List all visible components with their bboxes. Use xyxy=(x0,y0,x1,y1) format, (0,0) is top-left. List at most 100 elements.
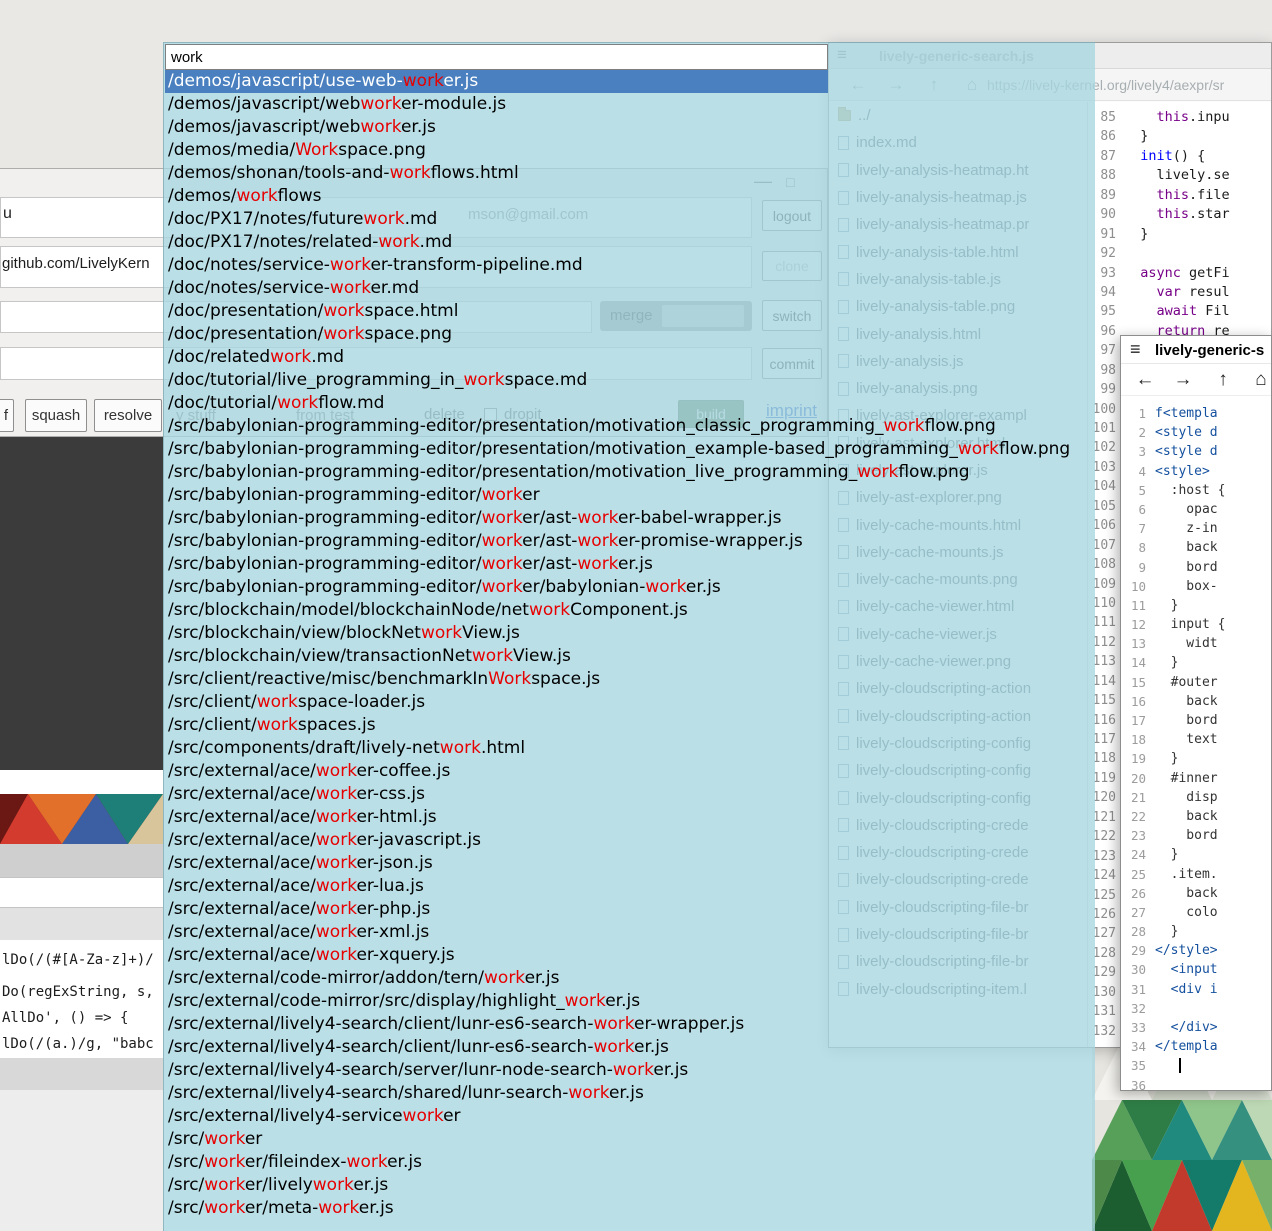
search-result-item[interactable]: /src/babylonian-programming-editor/prese… xyxy=(165,438,828,461)
search-result-item[interactable]: /doc/tutorial/live_programming_in_worksp… xyxy=(165,369,828,392)
code-line: 86 } xyxy=(1088,127,1271,146)
search-result-item[interactable]: /src/client/workspace-loader.js xyxy=(165,691,828,714)
search-input[interactable] xyxy=(165,44,828,70)
match-highlight: work xyxy=(323,301,364,321)
match-highlight: work xyxy=(204,1175,245,1195)
search-result-item[interactable]: /doc/PX17/notes/related-work.md xyxy=(165,231,828,254)
search-result-item[interactable]: /src/blockchain/model/blockchainNode/net… xyxy=(165,599,828,622)
editor-titlebar[interactable]: ≡ lively-generic-s xyxy=(1121,336,1271,364)
search-result-item[interactable]: /demos/workflows xyxy=(165,185,828,208)
search-result-item[interactable]: /src/external/ace/worker-php.js xyxy=(165,898,828,921)
search-result-item[interactable]: /demos/javascript/webworker.js xyxy=(165,116,828,139)
forward-icon[interactable]: → xyxy=(1169,367,1197,393)
path-text: /src/client/ xyxy=(168,692,257,712)
search-result-item[interactable]: /doc/PX17/notes/futurework.md xyxy=(165,208,828,231)
path-text: /src/babylonian-programming-editor/prese… xyxy=(168,416,884,436)
code-line: 17 bord xyxy=(1121,711,1271,730)
search-result-item[interactable]: /src/client/workspaces.js xyxy=(165,714,828,737)
path-text: /src/external/lively4-search/server/lunr… xyxy=(168,1060,613,1080)
path-text: er xyxy=(245,1129,262,1149)
search-result-item[interactable]: /src/babylonian-programming-editor/worke… xyxy=(165,507,828,530)
left-code-line: lDo(/(a.)/g, "babc xyxy=(2,1036,154,1052)
search-result-item[interactable]: /demos/javascript/webworker-module.js xyxy=(165,93,828,116)
match-highlight: Work xyxy=(295,140,338,160)
match-highlight: work xyxy=(257,715,298,735)
line-number: 20 xyxy=(1121,769,1155,788)
path-text: er.js xyxy=(605,991,640,1011)
path-text: /src/external/ace/ xyxy=(168,807,316,827)
path-text: er.js xyxy=(653,1060,688,1080)
search-result-item[interactable]: /src/external/code-mirror/src/display/hi… xyxy=(165,990,828,1013)
search-result-item[interactable]: /src/external/code-mirror/addon/tern/wor… xyxy=(165,967,828,990)
clipped-button-f[interactable]: f xyxy=(0,399,14,432)
search-result-item[interactable]: /doc/notes/service-worker.md xyxy=(165,277,828,300)
search-result-item[interactable]: /src/worker/livelyworker.js xyxy=(165,1174,828,1197)
resolve-button[interactable]: resolve xyxy=(94,399,162,432)
path-text: er-json.js xyxy=(356,853,432,873)
search-result-item[interactable]: /src/external/ace/worker-json.js xyxy=(165,852,828,875)
search-result-item[interactable]: /src/external/lively4-search/server/lunr… xyxy=(165,1059,828,1082)
search-result-item[interactable]: /src/babylonian-programming-editor/worke… xyxy=(165,484,828,507)
search-result-item[interactable]: /doc/relatedwork.md xyxy=(165,346,828,369)
code-line: 33 </div> xyxy=(1121,1018,1271,1037)
dark-panel xyxy=(0,437,163,771)
search-result-item[interactable]: /src/babylonian-programming-editor/prese… xyxy=(165,461,828,484)
search-result-item[interactable]: /demos/javascript/use-web-worker.js xyxy=(165,70,828,93)
search-result-item[interactable]: /demos/shonan/tools-and-workflows.html xyxy=(165,162,828,185)
search-result-item[interactable]: /src/babylonian-programming-editor/prese… xyxy=(165,415,828,438)
search-result-item[interactable]: /demos/media/Workspace.png xyxy=(165,139,828,162)
search-result-item[interactable]: /src/external/ace/worker-xquery.js xyxy=(165,944,828,967)
code-editor-front-lines[interactable]: 1f<templa2<style d3<style d4<style>5 :ho… xyxy=(1121,396,1271,1090)
search-result-item[interactable]: /src/blockchain/view/transactionNetworkV… xyxy=(165,645,828,668)
path-text: er/babylonian- xyxy=(522,577,645,597)
search-result-item[interactable]: /src/components/draft/lively-network.htm… xyxy=(165,737,828,760)
search-result-item[interactable]: /doc/presentation/workspace.html xyxy=(165,300,828,323)
match-highlight: work xyxy=(463,370,504,390)
match-highlight: work xyxy=(323,324,364,344)
path-text: /src/external/ace/ xyxy=(168,830,316,850)
code-text: back xyxy=(1155,538,1218,557)
path-text: space.html xyxy=(364,301,458,321)
search-result-item[interactable]: /src/external/lively4-search/client/lunr… xyxy=(165,1036,828,1059)
search-result-item[interactable]: /src/external/lively4-search/shared/lunr… xyxy=(165,1082,828,1105)
path-text: /demos/shonan/tools-and- xyxy=(168,163,390,183)
match-highlight: work xyxy=(577,531,618,551)
search-result-item[interactable]: /doc/notes/service-worker-transform-pipe… xyxy=(165,254,828,277)
search-result-item[interactable]: /src/external/lively4-serviceworker xyxy=(165,1105,828,1128)
search-result-item[interactable]: /src/worker/meta-worker.js xyxy=(165,1197,828,1220)
search-result-item[interactable]: /src/client/reactive/misc/benchmarkInWor… xyxy=(165,668,828,691)
search-result-item[interactable]: /src/babylonian-programming-editor/worke… xyxy=(165,553,828,576)
search-result-item[interactable]: /doc/presentation/workspace.png xyxy=(165,323,828,346)
code-line: 19 } xyxy=(1121,749,1271,768)
line-number: 8 xyxy=(1121,538,1155,557)
search-result-item[interactable]: /src/babylonian-programming-editor/worke… xyxy=(165,530,828,553)
line-number: 1 xyxy=(1121,404,1155,423)
code-line: 16 back xyxy=(1121,692,1271,711)
code-line: 7 z-in xyxy=(1121,519,1271,538)
search-result-item[interactable]: /src/worker xyxy=(165,1128,828,1151)
search-result-item[interactable]: /src/external/ace/worker-lua.js xyxy=(165,875,828,898)
field-label-u: u xyxy=(3,205,12,223)
search-result-item[interactable]: /src/external/ace/worker-xml.js xyxy=(165,921,828,944)
path-text: er.js xyxy=(443,71,478,91)
search-result-item[interactable]: /src/external/ace/worker-coffee.js xyxy=(165,760,828,783)
match-highlight: work xyxy=(316,922,357,942)
search-result-item[interactable]: /src/external/lively4-search/client/lunr… xyxy=(165,1013,828,1036)
search-result-item[interactable]: /src/worker/fileindex-worker.js xyxy=(165,1151,828,1174)
path-text: spaces.js xyxy=(298,715,376,735)
hamburger-icon[interactable]: ≡ xyxy=(1130,339,1141,360)
squash-button[interactable]: squash xyxy=(25,399,87,432)
repo-url-text: github.com/LivelyKern xyxy=(2,255,150,272)
search-result-item[interactable]: /src/external/ace/worker-javascript.js xyxy=(165,829,828,852)
code-text: } xyxy=(1124,225,1148,244)
code-line: 9 bord xyxy=(1121,558,1271,577)
back-icon[interactable]: ← xyxy=(1131,367,1159,393)
up-icon[interactable]: ↑ xyxy=(1209,367,1237,393)
search-result-item[interactable]: /src/external/ace/worker-css.js xyxy=(165,783,828,806)
search-result-item[interactable]: /src/babylonian-programming-editor/worke… xyxy=(165,576,828,599)
home-icon[interactable]: ⌂ xyxy=(1247,367,1272,393)
search-result-item[interactable]: /src/blockchain/view/blockNetworkView.js xyxy=(165,622,828,645)
search-result-item[interactable]: /src/external/ace/worker-html.js xyxy=(165,806,828,829)
search-result-item[interactable]: /doc/tutorial/workflow.md xyxy=(165,392,828,415)
line-number: 3 xyxy=(1121,442,1155,461)
